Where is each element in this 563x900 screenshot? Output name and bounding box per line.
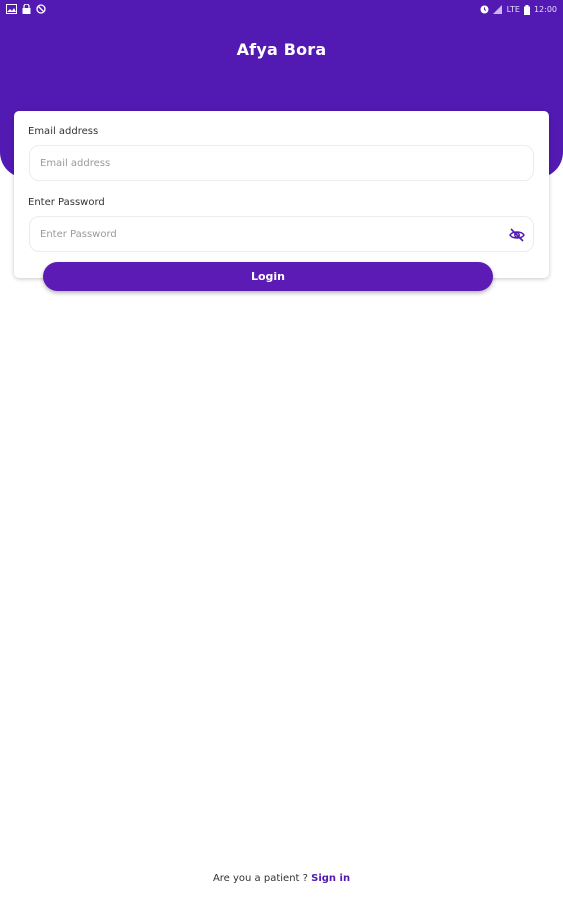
password-label: Enter Password xyxy=(28,197,105,208)
battery-icon xyxy=(523,4,530,15)
footer: Are you a patient ? Sign in xyxy=(0,873,563,884)
sign-in-link[interactable]: Sign in xyxy=(311,873,350,884)
status-bar: LTE 12:00 xyxy=(0,0,563,20)
image-icon xyxy=(6,4,17,14)
no-sync-icon xyxy=(36,4,46,14)
email-field-box xyxy=(29,145,534,181)
login-button[interactable]: Login xyxy=(43,262,493,291)
lock-icon xyxy=(22,4,31,14)
login-card: Email address Enter Password xyxy=(14,111,549,278)
email-field[interactable] xyxy=(40,146,500,180)
status-time: 12:00 xyxy=(533,5,557,14)
alarm-icon xyxy=(480,5,489,14)
patient-prompt: Are you a patient ? xyxy=(212,873,312,884)
email-label: Email address xyxy=(28,126,99,137)
eye-off-icon[interactable] xyxy=(508,226,526,244)
password-field-box xyxy=(29,216,534,252)
status-bar-right: LTE 12:00 xyxy=(480,4,557,15)
status-bar-left xyxy=(6,4,46,14)
network-label: LTE xyxy=(506,5,520,14)
password-field[interactable] xyxy=(40,217,500,251)
app-title: Afya Bora xyxy=(236,40,327,59)
signal-icon xyxy=(492,5,503,14)
